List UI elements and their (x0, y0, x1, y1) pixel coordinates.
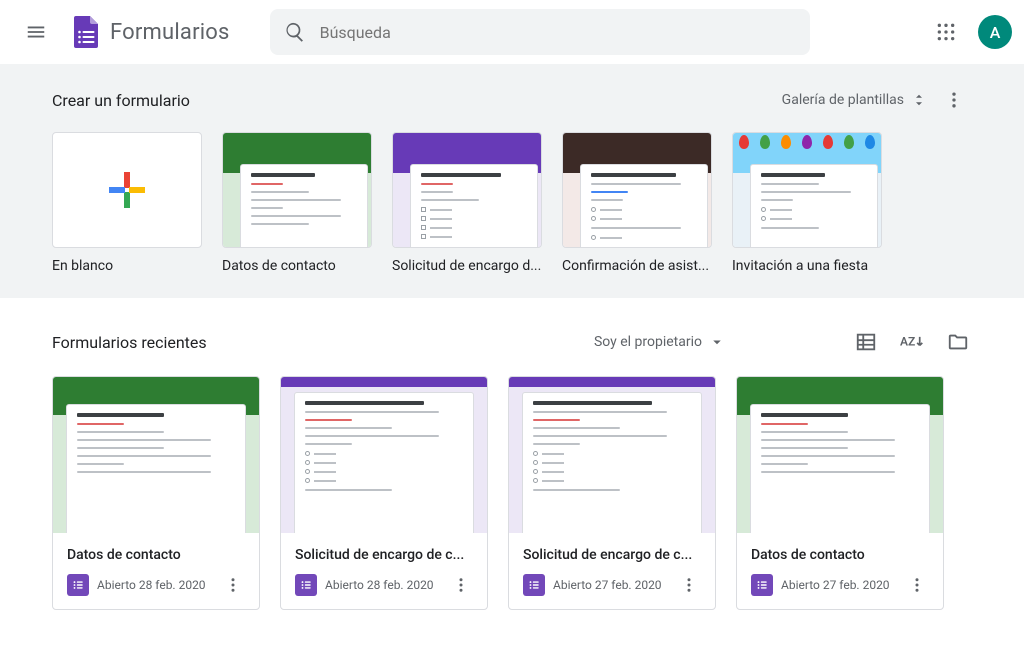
list-view-button[interactable] (852, 328, 880, 356)
plus-multicolor-icon (103, 166, 151, 214)
more-vert-icon (224, 576, 242, 594)
sort-az-button[interactable]: AZ (898, 328, 926, 356)
template-thumb (392, 132, 542, 248)
app-logo[interactable]: Formularios (68, 14, 230, 50)
owner-filter-label: Soy el propietario (594, 334, 702, 350)
open-file-picker-button[interactable] (944, 328, 972, 356)
form-title: Solicitud de encargo de c... (523, 547, 701, 563)
forms-type-icon (67, 574, 89, 596)
forms-type-icon (523, 574, 545, 596)
form-more-button[interactable] (905, 573, 929, 597)
search-input[interactable] (320, 23, 796, 42)
hamburger-icon (25, 21, 47, 43)
template-card-contact[interactable]: Datos de contacto (222, 132, 372, 274)
svg-text:AZ: AZ (900, 334, 915, 348)
folder-icon (947, 331, 969, 353)
list-view-icon (855, 331, 877, 353)
apps-grid-icon (936, 22, 956, 42)
more-vert-icon (944, 90, 964, 110)
more-vert-icon (680, 576, 698, 594)
form-more-button[interactable] (677, 573, 701, 597)
template-gallery-header: Crear un formulario Galería de plantilla… (52, 82, 972, 118)
form-opened-date: Abierto 28 feb. 2020 (325, 578, 441, 592)
template-card-tshirt[interactable]: Solicitud de encargo d... (392, 132, 542, 274)
form-thumb (281, 377, 487, 533)
form-card[interactable]: Solicitud de encargo de c... Abierto 27 … (508, 376, 716, 610)
template-caption: Confirmación de asist... (562, 258, 712, 274)
dropdown-icon (708, 333, 726, 351)
form-title: Datos de contacto (751, 547, 929, 563)
form-title: Datos de contacto (67, 547, 245, 563)
forms-type-icon (295, 574, 317, 596)
template-thumb (732, 132, 882, 248)
recent-forms-header: Formularios recientes Soy el propietario… (52, 328, 972, 356)
template-card-party[interactable]: Invitación a una fiesta (732, 132, 882, 274)
template-gallery-expand-label: Galería de plantillas (782, 92, 904, 108)
main-menu-button[interactable] (12, 8, 60, 56)
search-icon (284, 21, 306, 43)
template-gallery-strip: Crear un formulario Galería de plantilla… (0, 64, 1024, 298)
search-bar[interactable] (270, 9, 810, 55)
form-thumb (737, 377, 943, 533)
view-controls: AZ (852, 328, 972, 356)
owner-filter-dropdown[interactable]: Soy el propietario (588, 329, 732, 355)
forms-logo-icon (68, 14, 104, 50)
unfold-icon (910, 91, 928, 109)
template-card-rsvp[interactable]: Confirmación de asist... (562, 132, 712, 274)
template-gallery-heading: Crear un formulario (52, 91, 190, 110)
app-name: Formularios (110, 20, 230, 45)
recent-forms-grid: Datos de contacto Abierto 28 feb. 2020 S… (52, 376, 972, 610)
template-caption: En blanco (52, 258, 202, 274)
form-thumb (509, 377, 715, 533)
form-opened-date: Abierto 28 feb. 2020 (97, 578, 213, 592)
form-title: Solicitud de encargo de c... (295, 547, 473, 563)
template-gallery-expand-button[interactable]: Galería de plantillas (774, 85, 936, 115)
template-caption: Invitación a una fiesta (732, 258, 882, 274)
avatar-initial: A (990, 23, 1001, 42)
app-header: Formularios A (0, 0, 1024, 64)
forms-type-icon (751, 574, 773, 596)
form-card[interactable]: Datos de contacto Abierto 28 feb. 2020 (52, 376, 260, 610)
template-thumb (52, 132, 202, 248)
google-apps-button[interactable] (922, 8, 970, 56)
template-gallery-more-button[interactable] (936, 82, 972, 118)
form-opened-date: Abierto 27 feb. 2020 (553, 578, 669, 592)
form-card[interactable]: Solicitud de encargo de c... Abierto 28 … (280, 376, 488, 610)
template-caption: Solicitud de encargo d... (392, 258, 542, 274)
recent-forms-section: Formularios recientes Soy el propietario… (52, 298, 972, 650)
form-card[interactable]: Datos de contacto Abierto 27 feb. 2020 (736, 376, 944, 610)
template-card-blank[interactable]: En blanco (52, 132, 202, 274)
account-avatar[interactable]: A (978, 15, 1012, 49)
template-caption: Datos de contacto (222, 258, 372, 274)
more-vert-icon (452, 576, 470, 594)
recent-forms-heading: Formularios recientes (52, 333, 207, 352)
more-vert-icon (908, 576, 926, 594)
sort-az-icon: AZ (900, 331, 924, 353)
form-more-button[interactable] (449, 573, 473, 597)
template-thumb (562, 132, 712, 248)
form-more-button[interactable] (221, 573, 245, 597)
form-thumb (53, 377, 259, 533)
template-row: En blanco Datos de contacto Solicitud de (52, 132, 972, 274)
template-thumb (222, 132, 372, 248)
form-opened-date: Abierto 27 feb. 2020 (781, 578, 897, 592)
